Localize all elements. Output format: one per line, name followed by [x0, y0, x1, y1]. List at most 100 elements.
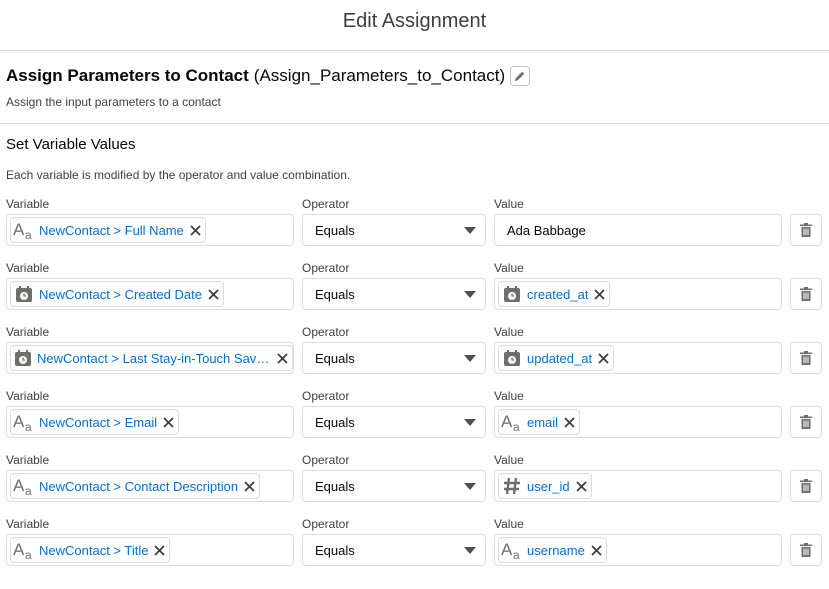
datetime-icon	[501, 283, 523, 305]
value-field[interactable]: Ada Babbage	[494, 214, 782, 246]
close-icon	[190, 224, 201, 236]
value-pill[interactable]: Aa username	[498, 537, 607, 563]
delete-row-button[interactable]	[790, 406, 822, 438]
remove-value-button[interactable]	[598, 352, 609, 364]
close-icon	[208, 288, 219, 300]
modal-title: Edit Assignment	[342, 10, 487, 32]
operator-select[interactable]: Equals	[302, 342, 486, 374]
value-pill[interactable]: Aa email	[498, 409, 581, 435]
element-api-name: (Assign_Parameters_to_Contact)	[253, 66, 506, 85]
svg-text:a: a	[25, 420, 32, 432]
chevron-down-icon	[464, 483, 476, 490]
remove-value-button[interactable]	[576, 480, 587, 492]
variable-pill[interactable]: NewContact > Created Date	[10, 281, 224, 307]
value-pill-label: updated_at	[527, 350, 593, 366]
remove-variable-button[interactable]	[208, 288, 219, 300]
svg-text:a: a	[25, 548, 32, 560]
remove-value-button[interactable]	[591, 544, 602, 556]
variable-pill[interactable]: Aa NewContact > Email	[10, 409, 180, 435]
operator-select[interactable]: Equals	[302, 470, 486, 502]
delete-row-button[interactable]	[790, 470, 822, 502]
remove-variable-button[interactable]	[244, 480, 255, 492]
element-description: Assign the input parameters to a contact	[6, 95, 221, 109]
variable-label: Variable	[6, 197, 50, 211]
variable-field[interactable]: NewContact > Created Date	[6, 278, 294, 310]
variable-field[interactable]: Aa NewContact > Title	[6, 534, 294, 566]
close-icon	[244, 480, 255, 492]
operator-select[interactable]: Equals	[302, 214, 486, 246]
value-text: Ada Babbage	[507, 222, 586, 238]
assignment-row: Variable Operator Value Aa NewContact > …	[6, 197, 823, 261]
value-field[interactable]: Aa username	[494, 534, 782, 566]
text-icon: Aa	[13, 539, 35, 561]
variable-field[interactable]: Aa NewContact > Contact Description	[6, 470, 294, 502]
remove-variable-button[interactable]	[154, 544, 166, 556]
trash-icon	[800, 287, 812, 301]
remove-variable-button[interactable]	[190, 224, 201, 236]
value-label: Value	[494, 453, 524, 467]
chevron-down-icon	[464, 419, 476, 426]
remove-value-button[interactable]	[564, 416, 575, 428]
remove-variable-button[interactable]	[163, 416, 174, 428]
operator-select[interactable]: Equals	[302, 534, 486, 566]
operator-select[interactable]: Equals	[302, 406, 486, 438]
operator-label: Operator	[302, 325, 350, 339]
text-icon: Aa	[13, 475, 35, 497]
variable-pill[interactable]: Aa NewContact > Full Name	[10, 217, 206, 243]
value-label: Value	[494, 517, 524, 531]
variable-field[interactable]: Aa NewContact > Full Name	[6, 214, 294, 246]
operator-label: Operator	[302, 453, 350, 467]
trash-icon	[800, 415, 812, 429]
operator-label: Operator	[302, 261, 350, 275]
variable-field[interactable]: NewContact > Last Stay-in-Touch Save Dat…	[6, 342, 294, 374]
text-icon: Aa	[501, 539, 523, 561]
element-label: Assign Parameters to Contact	[6, 66, 249, 85]
operator-label: Operator	[302, 197, 350, 211]
value-field[interactable]: Aa email	[494, 406, 782, 438]
assignment-row: Variable Operator Value NewContact > Las…	[6, 325, 823, 389]
value-pill[interactable]: updated_at	[498, 345, 615, 371]
value-label: Value	[494, 389, 524, 403]
variable-label: Variable	[6, 389, 50, 403]
text-icon: Aa	[13, 219, 35, 241]
value-pill[interactable]: created_at	[498, 281, 611, 307]
edit-element-button[interactable]	[510, 66, 531, 86]
delete-row-button[interactable]	[790, 342, 822, 374]
text-icon: Aa	[13, 411, 35, 433]
operator-select[interactable]: Equals	[302, 278, 486, 310]
value-label: Value	[494, 197, 524, 211]
svg-text:a: a	[513, 420, 520, 432]
variable-pill[interactable]: Aa NewContact > Title	[10, 537, 171, 563]
delete-row-button[interactable]	[790, 278, 822, 310]
delete-row-button[interactable]	[790, 534, 822, 566]
variable-pill-label: NewContact > Full Name	[39, 222, 184, 238]
remove-value-button[interactable]	[594, 288, 606, 300]
trash-icon	[800, 543, 812, 557]
value-field[interactable]: updated_at	[494, 342, 782, 374]
variable-pill[interactable]: Aa NewContact > Contact Description	[10, 473, 261, 499]
svg-text:A: A	[13, 540, 25, 559]
value-field[interactable]: user_id	[494, 470, 782, 502]
operator-value: Equals	[315, 286, 355, 302]
variable-field[interactable]: Aa NewContact > Email	[6, 406, 294, 438]
close-icon	[598, 352, 609, 364]
trash-icon	[800, 479, 812, 493]
operator-value: Equals	[315, 478, 355, 494]
svg-text:A: A	[501, 412, 513, 431]
variable-pill-label: NewContact > Email	[39, 414, 158, 430]
svg-text:a: a	[513, 548, 520, 560]
operator-value: Equals	[315, 222, 355, 238]
variable-pill[interactable]: NewContact > Last Stay-in-Touch Save Dat…	[10, 345, 293, 371]
value-pill[interactable]: user_id	[498, 473, 592, 499]
pencil-icon	[515, 71, 525, 81]
value-field[interactable]: created_at	[494, 278, 782, 310]
variable-label: Variable	[6, 517, 50, 531]
remove-variable-button[interactable]	[277, 352, 288, 364]
svg-text:A: A	[501, 540, 513, 559]
assignment-row: Variable Operator Value Aa NewContact > …	[6, 517, 823, 581]
variable-pill-label: NewContact > Title	[39, 542, 149, 558]
variable-label: Variable	[6, 453, 50, 467]
delete-row-button[interactable]	[790, 214, 822, 246]
variable-pill-label: NewContact > Last Stay-in-Touch Save Dat…	[37, 350, 271, 366]
value-pill-label: created_at	[527, 286, 589, 302]
